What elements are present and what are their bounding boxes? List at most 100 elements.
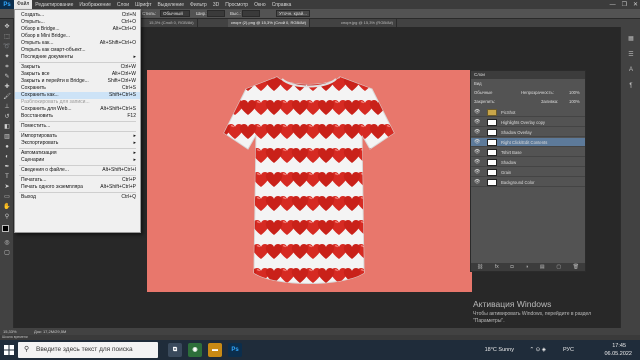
stamp-tool-icon[interactable]: ⊥ — [3, 103, 11, 111]
fill-value[interactable]: 100% — [569, 99, 580, 104]
height-field[interactable] — [242, 10, 260, 17]
file-menu-item[interactable]: Открыть как... Alt+Shift+Ctrl+O — [15, 40, 140, 47]
link-layers-icon[interactable]: ⛓ — [477, 264, 483, 270]
text-tool-icon[interactable]: T — [3, 173, 11, 181]
blend-mode-select[interactable]: Обычные — [474, 90, 493, 95]
file-menu-item[interactable]: Печатать... Ctrl+P — [15, 177, 140, 184]
menu-file[interactable]: Файл — [14, 0, 33, 9]
file-menu-item[interactable]: Экспортировать ▸ — [15, 140, 140, 147]
move-tool-icon[interactable]: ✥ — [3, 23, 11, 31]
file-menu-item[interactable]: Импортировать ▸ — [15, 133, 140, 140]
delete-layer-icon[interactable]: 🗑 — [573, 264, 579, 270]
marquee-tool-icon[interactable]: ⬚ — [3, 33, 11, 41]
file-menu-item[interactable]: Открыть как смарт-объект... — [15, 47, 140, 54]
menu-window[interactable]: Окно — [251, 2, 269, 8]
layer-filter-select[interactable]: Вид — [474, 81, 482, 86]
brush-tool-icon[interactable]: 🖌 — [3, 93, 11, 101]
path-select-icon[interactable]: ➤ — [3, 183, 11, 191]
tab-document-3[interactable]: спорт.jpg @ 15,3% (RGB/8#) — [338, 19, 397, 27]
eraser-tool-icon[interactable]: ◧ — [3, 123, 11, 131]
menu-3d[interactable]: 3D — [210, 2, 222, 8]
file-menu-item[interactable]: Поместить... — [15, 123, 140, 130]
history-brush-icon[interactable]: ↺ — [3, 113, 11, 121]
width-field[interactable] — [207, 10, 225, 17]
document-canvas[interactable] — [147, 70, 472, 292]
layer-row[interactable]: 👁 Grain — [471, 168, 585, 177]
blur-tool-icon[interactable]: ● — [3, 143, 11, 151]
layer-row[interactable]: 👁 Right Click/Edit Contents — [471, 138, 585, 147]
file-menu-item[interactable]: Сведения о файле... Alt+Shift+Ctrl+I — [15, 167, 140, 174]
file-menu-item[interactable]: Сценарии ▸ — [15, 157, 140, 164]
menu-image[interactable]: Изображение — [76, 2, 114, 8]
magic-wand-icon[interactable]: ✦ — [3, 53, 11, 61]
layer-mask-icon[interactable]: ◘ — [510, 264, 513, 270]
refine-edge-button[interactable]: Уточн. край... — [276, 10, 310, 17]
new-layer-icon[interactable]: ▢ — [556, 264, 561, 270]
file-menu-item[interactable]: Закрыть и перейти в Bridge... Shift+Ctrl+… — [15, 78, 140, 85]
clock-time[interactable]: 17:45 — [612, 343, 626, 349]
style-select[interactable]: Обычный — [160, 10, 190, 17]
tab-document-1[interactable]: 15,3% (Слой 0, RGB/8#) — [146, 19, 198, 27]
file-menu-item[interactable]: Печать одного экземпляра Alt+Shift+Ctrl+P — [15, 184, 140, 191]
file-menu-item[interactable]: Закрыть все Alt+Ctrl+W — [15, 71, 140, 78]
properties-panel-icon[interactable]: ☰ — [626, 51, 636, 59]
menu-select[interactable]: Выделение — [155, 2, 188, 8]
windows-start-icon[interactable] — [4, 345, 14, 355]
screen-mode-icon[interactable]: ▢ — [3, 249, 11, 257]
pen-tool-icon[interactable]: ✒ — [3, 163, 11, 171]
file-menu-item[interactable]: Автоматизация ▸ — [15, 150, 140, 157]
layer-row[interactable]: 👁 Tshirt Base — [471, 148, 585, 157]
layer-row[interactable]: 👁 Shadow — [471, 158, 585, 167]
file-menu-item[interactable]: Обзор в Mini Bridge... — [15, 33, 140, 40]
dodge-tool-icon[interactable]: ◐ — [3, 153, 11, 161]
file-menu-item[interactable]: Закрыть Ctrl+W — [15, 64, 140, 71]
quick-mask-icon[interactable]: ◎ — [3, 239, 11, 247]
healing-brush-icon[interactable]: ✚ — [3, 83, 11, 91]
opacity-value[interactable]: 100% — [569, 90, 580, 95]
menu-help[interactable]: Справка — [269, 2, 295, 8]
hand-tool-icon[interactable]: ✋ — [3, 203, 11, 211]
file-menu-item[interactable]: Сохранить как... Shift+Ctrl+S — [15, 92, 140, 99]
taskbar-search-box[interactable]: ⚲ Введите здесь текст для поиска — [18, 342, 158, 358]
layer-style-icon[interactable]: fx — [495, 264, 499, 270]
file-menu-item[interactable]: Сохранить Ctrl+S — [15, 85, 140, 92]
language-indicator[interactable]: РУС — [563, 347, 574, 353]
visibility-eye-icon[interactable]: 👁 — [474, 108, 480, 117]
tab-document-2[interactable]: спорт (2).png @ 15,3% (Слой 0, RGB/8#) — [228, 19, 311, 27]
task-view-icon[interactable]: ⧉ — [168, 343, 182, 357]
crop-tool-icon[interactable]: ⌗ — [3, 63, 11, 71]
menu-filter[interactable]: Фильтр — [187, 2, 210, 8]
layer-row[interactable]: 👁 PicShot — [471, 108, 585, 117]
photoshop-taskbar-icon[interactable]: Ps — [228, 343, 242, 357]
character-panel-icon[interactable]: A — [626, 67, 636, 75]
layer-row[interactable]: 👁 Shadow Overlay — [471, 128, 585, 137]
visibility-eye-icon[interactable]: 👁 — [474, 178, 480, 187]
tray-icons[interactable]: ⌃ ⊙ ◈ — [529, 347, 546, 353]
restore-icon[interactable]: ❐ — [622, 1, 627, 8]
file-explorer-icon[interactable]: ▬ — [208, 343, 222, 357]
menu-layers[interactable]: Слои — [114, 2, 132, 8]
visibility-eye-icon[interactable]: 👁 — [474, 148, 480, 157]
visibility-eye-icon[interactable]: 👁 — [474, 168, 480, 177]
gradient-tool-icon[interactable]: ▥ — [3, 133, 11, 141]
file-menu-item[interactable]: Создать... Ctrl+N — [15, 12, 140, 19]
visibility-eye-icon[interactable]: 👁 — [474, 158, 480, 167]
layer-row[interactable]: 👁 Highlights Overlay copy — [471, 118, 585, 127]
history-panel-icon[interactable]: ▦ — [626, 35, 636, 43]
zoom-tool-icon[interactable]: ⚲ — [3, 213, 11, 221]
zoom-level[interactable]: 15,33% — [3, 328, 17, 335]
adjustment-layer-icon[interactable]: ◑ — [525, 264, 528, 270]
file-menu-item[interactable]: Обзор в Bridge... Alt+Ctrl+O — [15, 26, 140, 33]
chrome-icon[interactable]: ◉ — [188, 343, 202, 357]
menu-type[interactable]: Шрифт — [132, 2, 154, 8]
menu-edit[interactable]: Редактирование — [32, 2, 76, 8]
eyedropper-icon[interactable]: ✎ — [3, 73, 11, 81]
file-menu-item[interactable]: Открыть... Ctrl+O — [15, 19, 140, 26]
menu-view[interactable]: Просмотр — [222, 2, 251, 8]
minimize-icon[interactable]: — — [610, 2, 616, 8]
clock-date[interactable]: 06.05.2022 — [604, 351, 632, 357]
file-menu-item[interactable]: Восстановить F12 — [15, 113, 140, 120]
file-menu-item[interactable]: Выход Ctrl+Q — [15, 194, 140, 201]
visibility-eye-icon[interactable]: 👁 — [474, 138, 480, 147]
file-menu-item[interactable]: Сохранить для Web... Alt+Shift+Ctrl+S — [15, 106, 140, 113]
